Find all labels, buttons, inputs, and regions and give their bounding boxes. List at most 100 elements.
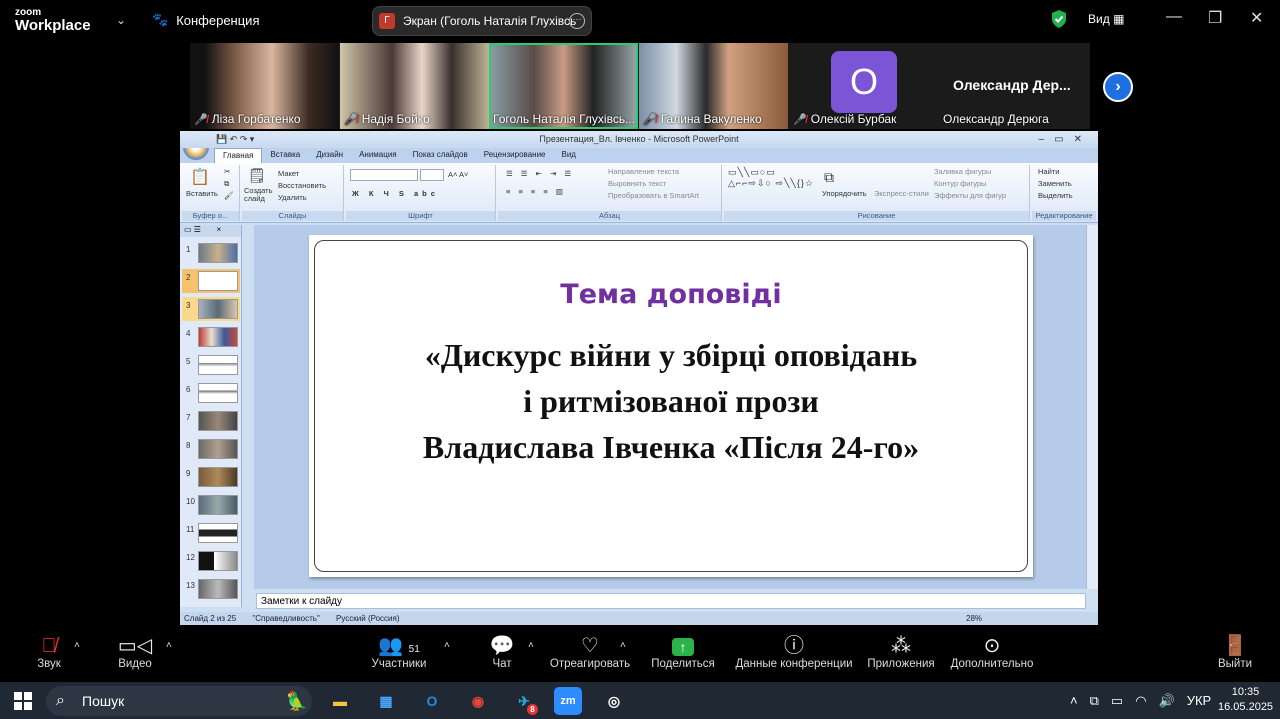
minimize-icon[interactable]: — [1166,8,1182,26]
format-painter-icon[interactable]: 🖌 [224,191,234,200]
outlook-icon[interactable]: O [418,687,446,715]
volume-icon[interactable]: 🔊 [1159,693,1175,709]
participant-tile[interactable]: 🎤̸ Ліза Горбатенко [190,43,339,129]
shape-effects-button[interactable]: Эффекты для фигур [934,191,1006,200]
slide-thumbnail[interactable]: 5 [182,353,240,377]
next-page-arrow-icon[interactable]: › [1103,72,1133,102]
notes-field[interactable]: Заметки к слайду [256,593,1086,609]
align-text-button[interactable]: Выровнять текст [608,179,666,188]
participant-tile[interactable]: О 🎤̸ Олексій Бурбак [789,43,938,129]
video-options-chevron-icon[interactable]: ˄ [166,640,172,651]
tray-app-icon[interactable]: ⧉ [1090,693,1099,709]
align-icons[interactable]: ≡ ≡ ≡ ≡ ▥ [506,187,566,196]
taskbar-clock[interactable]: 10:35 16.05.2025 [1218,685,1273,715]
more-options-icon[interactable]: ··· [569,13,585,29]
restore-icon[interactable]: ❐ [1208,8,1222,28]
wifi-icon[interactable]: ◠ [1135,693,1146,709]
store-icon[interactable]: ▦ [372,687,400,715]
cut-icon[interactable]: ✂ [224,167,230,176]
windows-start-icon[interactable] [14,692,32,710]
new-slide-button[interactable]: Создать слайд [244,187,276,203]
tab-slideshow[interactable]: Показ слайдов [405,148,476,163]
slide-thumbnail[interactable]: 11 [182,521,240,545]
shapes-gallery[interactable]: ▭╲╲▭○▭ △⌐⌐⇨⇩○ ⇨╲╲{}☆ [728,167,820,189]
new-slide-icon[interactable]: 🗒 [248,167,266,184]
participants-chevron-icon[interactable]: ˄ [444,640,450,651]
thumbnail-pane-tabs[interactable]: ▭ ☰ × [180,225,241,237]
slide-thumbnail[interactable]: 3 [182,297,240,321]
audio-options-chevron-icon[interactable]: ˄ [74,640,80,651]
slide-thumbnail[interactable]: 4 [182,325,240,349]
leave-button[interactable]: 🚪 Выйти [1214,634,1256,670]
slide-thumbnail[interactable]: 13 [182,577,240,601]
chat-chevron-icon[interactable]: ˄ [528,640,534,651]
input-language[interactable]: УКР [1187,693,1212,708]
taskbar-search[interactable]: ⌕ Пошук 🦜 [46,686,312,716]
close-icon[interactable]: ✕ [1250,8,1263,28]
current-slide[interactable]: Тема доповіді «Дискурс війни у збірці оп… [309,235,1033,577]
file-explorer-icon[interactable]: ▬ [326,687,354,715]
audio-button[interactable]: 🎙̸ Звук [30,634,68,670]
paste-button[interactable]: Вставить [186,189,218,198]
slide-thumbnail-selected[interactable]: 2 [182,269,240,293]
slide-thumbnail[interactable]: 12 [182,549,240,573]
ppt-window-controls[interactable]: –▭✕ [1039,131,1092,148]
zoom-level[interactable]: 28% [966,612,982,625]
shape-fill-button[interactable]: Заливка фигуры [934,167,991,176]
screen-share-pill[interactable]: Г Экран (Гоголь Наталія Глухівсь ··· [372,6,592,36]
quick-styles-button[interactable]: Экспресс-стили [874,189,929,198]
chrome-icon[interactable]: ◉ [464,687,492,715]
app-ring-icon[interactable]: ◎ [600,687,628,715]
slide-thumbnail[interactable]: 6 [182,381,240,405]
arrange-button[interactable]: Упорядочить [822,189,867,198]
select-button[interactable]: Выделить [1038,191,1073,200]
share-button[interactable]: ↑ Поделиться [650,634,716,670]
list-icons[interactable]: ☰ ☰ ⇤ ⇥ ☰ [506,169,574,178]
participant-tile[interactable]: 🎤̸ Надія Бойко [340,43,489,129]
vertical-scrollbar[interactable] [1086,225,1098,589]
layout-button[interactable]: Макет [278,169,299,178]
chevron-down-icon[interactable]: ⌄ [116,13,126,27]
slide-thumbnail[interactable]: 1 [182,241,240,265]
smartart-button[interactable]: Преобразовать в SmartArt [608,191,699,200]
slide-thumbnail[interactable]: 10 [182,493,240,517]
slide-thumbnail[interactable]: 7 [182,409,240,433]
participant-tile[interactable]: 🎤̸ Галина Вакуленко [639,43,788,129]
participant-tile-active-speaker[interactable]: Гоголь Наталія Глухівсь... [489,43,638,129]
encryption-shield-icon[interactable] [1050,9,1068,29]
tab-design[interactable]: Дизайн [308,148,351,163]
battery-icon[interactable]: ▭ [1111,693,1123,709]
react-chevron-icon[interactable]: ˄ [620,640,626,651]
more-button[interactable]: ⊙ Дополнительно [948,634,1036,670]
arrange-icon[interactable]: ⧉ [824,169,834,186]
conference-menu[interactable]: 🐾 Конференция [152,12,259,28]
copy-icon[interactable]: ⧉ [224,179,229,189]
font-grow-icon[interactable]: A˄ A˅ [448,170,468,179]
font-name-box[interactable] [350,169,418,181]
participant-tile[interactable]: Олександр Дер... Олександр Дерюга [939,43,1090,129]
participants-button[interactable]: 👥 51 Участники [366,634,432,670]
reset-button[interactable]: Восстановить [278,181,326,190]
chat-button[interactable]: 💬 Чат [486,634,518,670]
tab-animation[interactable]: Анимация [351,148,405,163]
language-indicator[interactable]: Русский (Россия) [336,614,399,623]
tab-view[interactable]: Вид [554,148,584,163]
font-size-box[interactable] [420,169,444,181]
paste-icon[interactable]: 📋 [190,167,210,187]
tab-review[interactable]: Рецензирование [476,148,554,163]
apps-button[interactable]: ⁂ Приложения [864,634,938,670]
find-button[interactable]: Найти [1038,167,1059,176]
slide-thumbnail[interactable]: 8 [182,437,240,461]
replace-button[interactable]: Заменить [1038,179,1072,188]
font-format-icons[interactable]: Ж К Ч S abc [352,189,439,198]
delete-button[interactable]: Удалить [278,193,307,202]
quick-access-icons[interactable]: 💾 ↶ ↷ ▾ [216,131,254,148]
meeting-info-button[interactable]: ⓘ Данные конференции [734,634,854,670]
tab-insert[interactable]: Вставка [262,148,308,163]
slide-thumbnail[interactable]: 9 [182,465,240,489]
tray-overflow-chevron-icon[interactable]: ˄ [1070,693,1078,708]
zoom-taskbar-icon[interactable]: zm [554,687,582,715]
video-button[interactable]: ▭◁ Видео [112,634,158,670]
view-menu[interactable]: Вид ▦ [1088,12,1124,26]
telegram-icon[interactable]: ✈ 8 [510,687,538,715]
